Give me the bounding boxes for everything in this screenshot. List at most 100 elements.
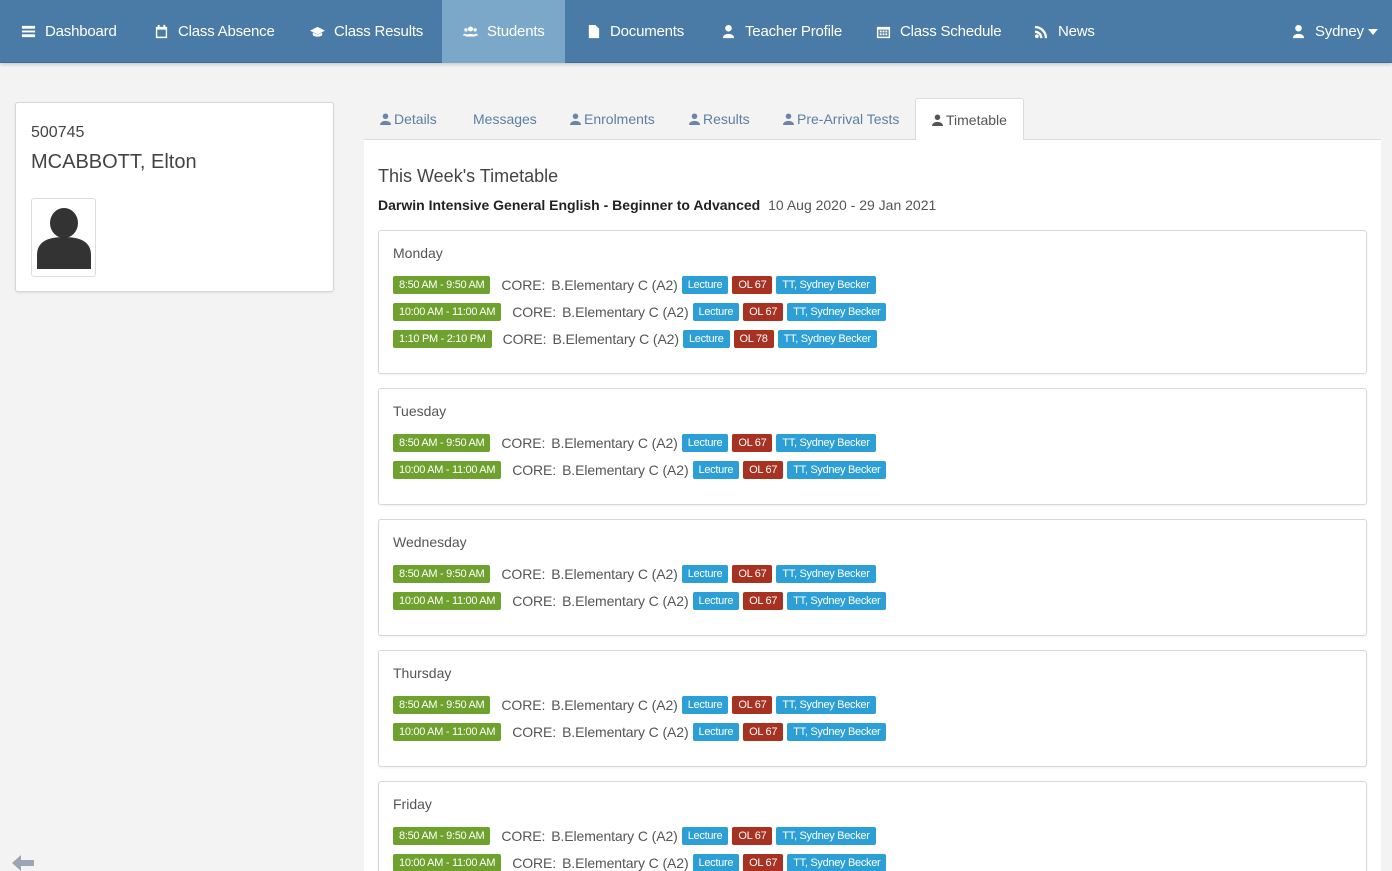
nav-dashboard-label: Dashboard (45, 23, 117, 40)
room-badge: OL 67 (732, 434, 773, 452)
session-text: CORE: B.Elementary C (A2) (512, 724, 688, 740)
nav-class-schedule[interactable]: Class Schedule (855, 0, 1021, 63)
nav-documents[interactable]: Documents (565, 0, 704, 63)
user-menu-dropdown[interactable]: Sydney (1270, 0, 1392, 63)
session-label: CORE: (512, 462, 557, 478)
teacher-badge: TT, Sydney Becker (787, 303, 887, 321)
nav-teacher-profile[interactable]: Teacher Profile (700, 0, 862, 63)
tab-pre-arrival-tests[interactable]: Pre-Arrival Tests (767, 98, 915, 140)
session-label: CORE: (501, 828, 546, 844)
list-icon (20, 24, 36, 40)
user-icon (932, 114, 946, 126)
teacher-badge: TT, Sydney Becker (777, 330, 877, 348)
session-class: B.Elementary C (A2) (551, 566, 678, 582)
session-item: 10:00 AM - 11:00 AM CORE: B.Elementary C … (393, 854, 887, 871)
nav-news[interactable]: News (1013, 0, 1115, 63)
graduation-cap-icon (309, 24, 325, 40)
user-icon (783, 113, 797, 125)
teacher-badge: TT, Sydney Becker (776, 276, 876, 294)
course-name: Darwin Intensive General English - Begin… (378, 197, 761, 213)
tab-pre-arrival-tests-label: Pre-Arrival Tests (797, 111, 900, 127)
type-badge: Lecture (681, 565, 729, 583)
room-badge: OL 78 (733, 330, 774, 348)
session-text: CORE: B.Elementary C (A2) (512, 462, 688, 478)
session-label: CORE: (501, 566, 546, 582)
time-badge: 8:50 AM - 9:50 AM (393, 565, 491, 583)
session-class: B.Elementary C (A2) (562, 304, 689, 320)
session-text: CORE: B.Elementary C (A2) (501, 277, 677, 293)
session-item: 8:50 AM - 9:50 AM CORE: B.Elementary C (A… (393, 827, 876, 845)
users-icon (462, 24, 478, 40)
session-class: B.Elementary C (A2) (551, 828, 678, 844)
nav-students-label: Students (487, 23, 545, 40)
nav-class-absence[interactable]: Class Absence (133, 0, 295, 63)
tab-timetable-label: Timetable (946, 111, 1007, 128)
student-profile-card: 500745 MCABBOTT, Elton (15, 102, 334, 292)
user-icon (689, 113, 703, 125)
top-navbar: Dashboard Class Absence Class Results St… (0, 0, 1392, 63)
session-label: CORE: (512, 855, 557, 871)
rss-icon (1033, 24, 1049, 40)
room-badge: OL 67 (732, 276, 773, 294)
teacher-badge: TT, Sydney Becker (787, 854, 887, 871)
avatar (31, 198, 96, 277)
session-text: CORE: B.Elementary C (A2) (501, 697, 677, 713)
avatar-placeholder-icon (37, 208, 91, 269)
room-badge: OL 67 (732, 696, 773, 714)
day-name: Friday (393, 796, 432, 812)
teacher-badge: TT, Sydney Becker (776, 565, 876, 583)
page-title: This Week's Timetable (378, 166, 559, 186)
time-badge: 10:00 AM - 11:00 AM (393, 461, 502, 479)
day-card-tuesday: Tuesday 8:50 AM - 9:50 AM CORE: B.Element… (378, 388, 1367, 505)
nav-dashboard[interactable]: Dashboard (0, 0, 137, 63)
course-dates: 10 Aug 2020 - 29 Jan 2021 (768, 197, 937, 213)
time-badge: 8:50 AM - 9:50 AM (393, 696, 491, 714)
nav-class-schedule-label: Class Schedule (900, 23, 1002, 40)
room-badge: OL 67 (732, 827, 773, 845)
teacher-badge: TT, Sydney Becker (776, 696, 876, 714)
day-card-thursday: Thursday 8:50 AM - 9:50 AM CORE: B.Elemen… (378, 650, 1367, 767)
day-name: Tuesday (393, 403, 447, 419)
tab-details[interactable]: Details (364, 98, 453, 140)
room-badge: OL 67 (743, 854, 784, 871)
type-badge: Lecture (692, 303, 740, 321)
tab-messages[interactable]: Messages (457, 98, 553, 140)
type-badge: Lecture (692, 592, 740, 610)
nav-students[interactable]: Students (442, 0, 565, 63)
tab-enrolments[interactable]: Enrolments (554, 98, 671, 140)
back-arrow-icon[interactable] (12, 855, 34, 871)
session-class: B.Elementary C (A2) (562, 855, 689, 871)
time-badge: 10:00 AM - 11:00 AM (393, 723, 502, 741)
type-badge: Lecture (692, 461, 740, 479)
session-item: 1:10 PM - 2:10 PM CORE: B.Elementary C (A… (393, 330, 877, 348)
document-icon (585, 24, 601, 40)
nav-class-results[interactable]: Class Results (289, 0, 443, 63)
room-badge: OL 67 (743, 723, 784, 741)
session-class: B.Elementary C (A2) (562, 724, 689, 740)
student-id: 500745 (31, 124, 85, 141)
session-text: CORE: B.Elementary C (A2) (512, 855, 688, 871)
tab-timetable[interactable]: Timetable (915, 98, 1024, 141)
room-badge: OL 67 (743, 592, 784, 610)
calendar-icon (153, 24, 169, 40)
user-icon (1290, 24, 1306, 40)
session-text: CORE: B.Elementary C (A2) (501, 828, 677, 844)
day-name: Monday (393, 245, 443, 261)
session-item: 10:00 AM - 11:00 AM CORE: B.Elementary C … (393, 303, 887, 321)
session-label: CORE: (512, 724, 557, 740)
tab-enrolments-label: Enrolments (584, 111, 655, 127)
session-class: B.Elementary C (A2) (551, 435, 678, 451)
type-badge: Lecture (682, 330, 730, 348)
teacher-badge: TT, Sydney Becker (776, 827, 876, 845)
session-label: CORE: (501, 697, 546, 713)
session-label: CORE: (512, 593, 557, 609)
caret-down-icon (1367, 28, 1378, 35)
day-card-wednesday: Wednesday 8:50 AM - 9:50 AM CORE: B.Eleme… (378, 519, 1367, 636)
tab-results[interactable]: Results (673, 98, 766, 140)
day-card-monday: Monday 8:50 AM - 9:50 AM CORE: B.Elementa… (378, 230, 1367, 374)
session-label: CORE: (501, 435, 546, 451)
time-badge: 1:10 PM - 2:10 PM (393, 330, 492, 348)
user-icon (570, 113, 584, 125)
type-badge: Lecture (692, 854, 740, 871)
room-badge: OL 67 (732, 565, 773, 583)
